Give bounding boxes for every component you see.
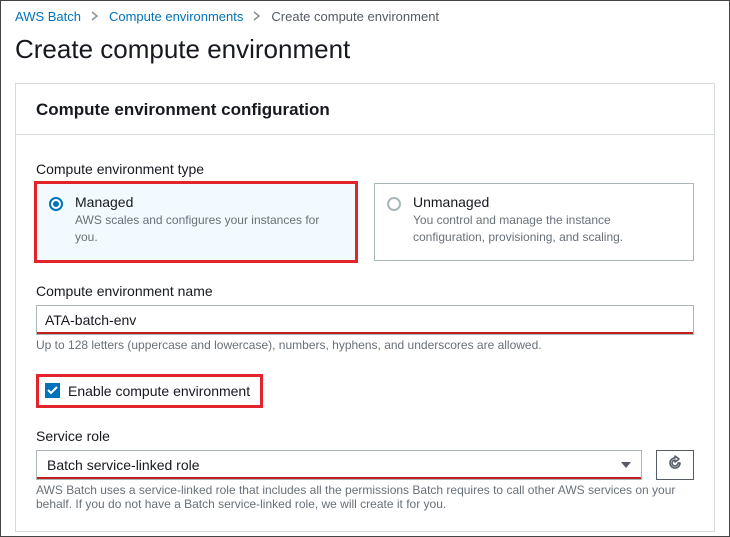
refresh-icon bbox=[667, 455, 683, 474]
env-name-input[interactable] bbox=[36, 305, 694, 335]
panel-heading: Compute environment configuration bbox=[16, 84, 714, 135]
chevron-right-icon bbox=[91, 9, 99, 24]
refresh-button[interactable] bbox=[656, 450, 694, 480]
env-type-label: Compute environment type bbox=[36, 161, 694, 177]
service-role-help: AWS Batch uses a service-linked role tha… bbox=[36, 483, 694, 511]
checkbox-checked-icon bbox=[45, 383, 60, 398]
caret-down-icon bbox=[621, 462, 631, 468]
breadcrumb-compute-environments[interactable]: Compute environments bbox=[109, 9, 243, 24]
enable-compute-label: Enable compute environment bbox=[68, 383, 250, 399]
breadcrumb-root[interactable]: AWS Batch bbox=[15, 9, 81, 24]
service-role-label: Service role bbox=[36, 428, 694, 444]
option-unmanaged-desc: You control and manage the instance conf… bbox=[413, 212, 679, 246]
option-unmanaged-title: Unmanaged bbox=[413, 194, 679, 210]
option-managed-title: Managed bbox=[75, 194, 341, 210]
breadcrumb: AWS Batch Compute environments Create co… bbox=[1, 1, 729, 28]
enable-compute-checkbox[interactable]: Enable compute environment bbox=[36, 374, 263, 408]
env-name-label: Compute environment name bbox=[36, 283, 694, 299]
env-name-help: Up to 128 letters (uppercase and lowerca… bbox=[36, 338, 694, 352]
service-role-selected: Batch service-linked role bbox=[47, 457, 200, 473]
radio-selected-icon bbox=[49, 197, 63, 211]
option-managed[interactable]: Managed AWS scales and configures your i… bbox=[36, 183, 356, 261]
page-title: Create compute environment bbox=[1, 28, 729, 83]
chevron-right-icon bbox=[253, 9, 261, 24]
option-unmanaged[interactable]: Unmanaged You control and manage the ins… bbox=[374, 183, 694, 261]
service-role-select[interactable]: Batch service-linked role bbox=[36, 450, 642, 480]
option-managed-desc: AWS scales and configures your instances… bbox=[75, 212, 341, 246]
config-panel: Compute environment configuration Comput… bbox=[15, 83, 715, 532]
breadcrumb-current: Create compute environment bbox=[271, 9, 439, 24]
radio-unselected-icon bbox=[387, 197, 401, 211]
